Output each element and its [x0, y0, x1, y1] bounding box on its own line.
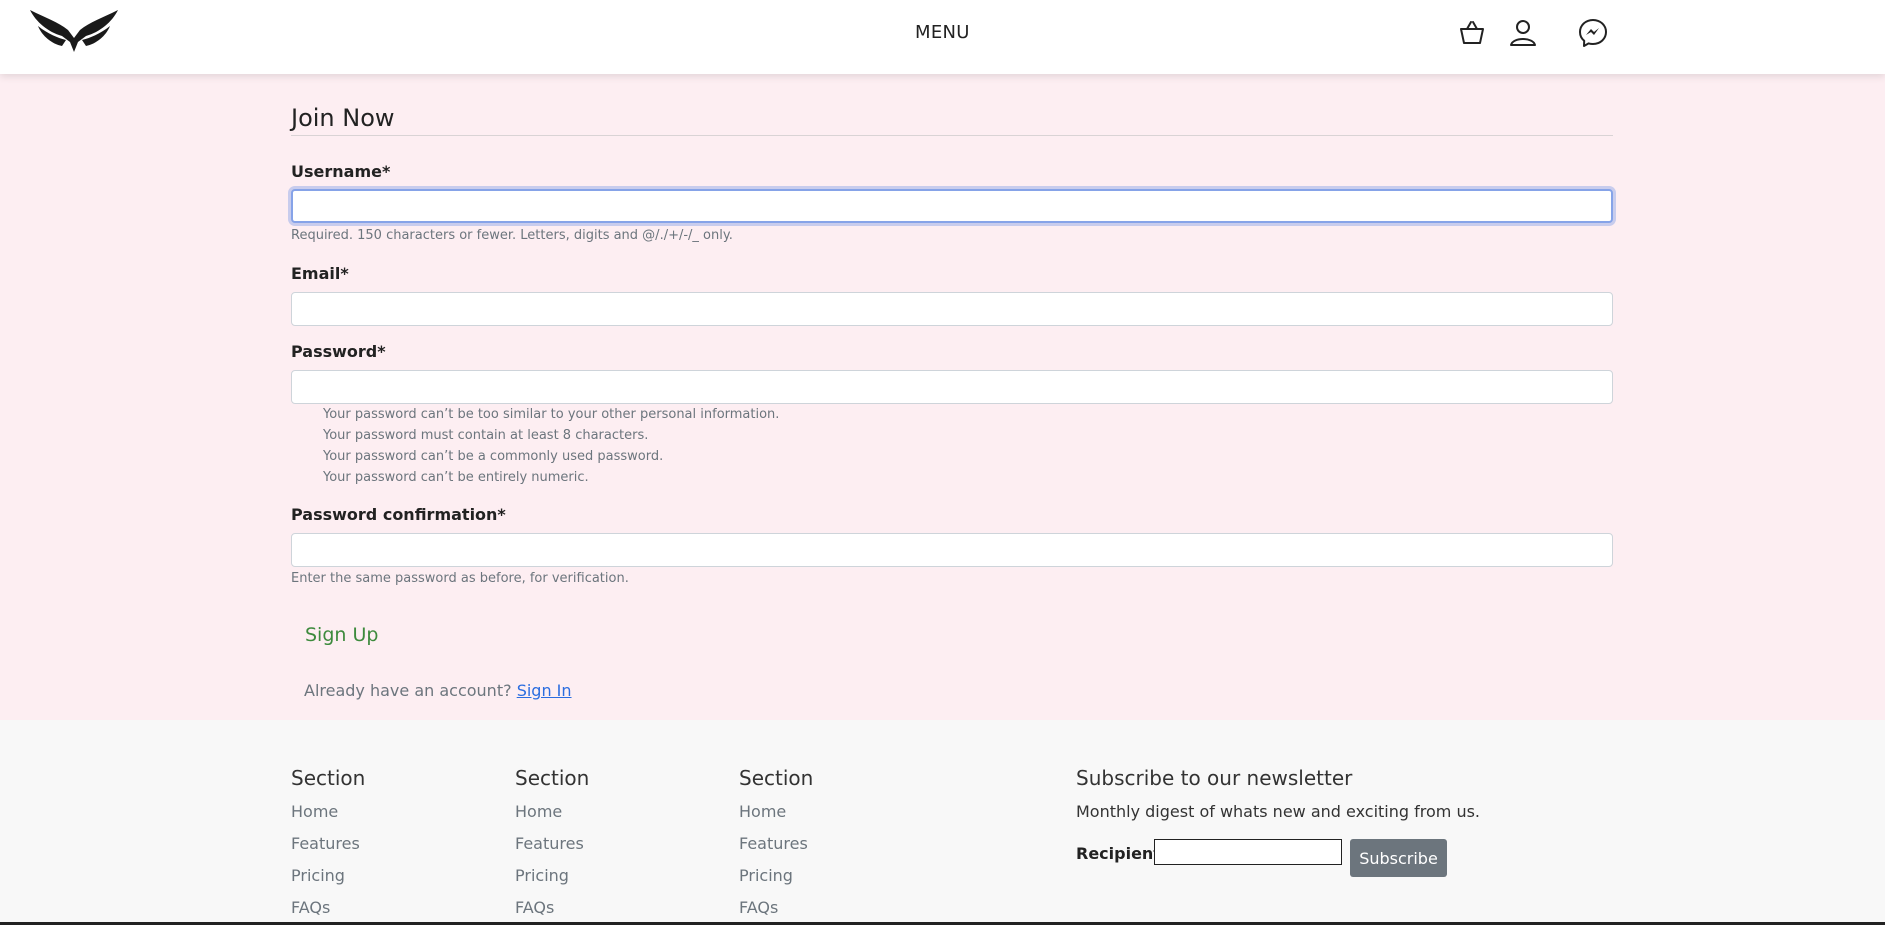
sign-up-button[interactable]: Sign Up [305, 624, 378, 646]
username-input[interactable] [291, 189, 1613, 223]
subscribe-button[interactable]: Subscribe [1350, 839, 1447, 877]
password-help-list: Your password can’t be too similar to yo… [323, 404, 779, 488]
password-input[interactable] [291, 370, 1613, 404]
email-label: Email* [291, 264, 349, 283]
newsletter-form: Recipient: Subscribe [1076, 839, 1576, 879]
password-help-item: Your password can’t be too similar to yo… [323, 407, 780, 422]
footer-link-faqs[interactable]: FAQs [291, 892, 491, 924]
password-confirmation-help: Enter the same password as before, for v… [291, 571, 629, 586]
footer-link-faqs[interactable]: FAQs [739, 892, 939, 924]
messenger-icon[interactable] [1578, 18, 1608, 48]
newsletter-section: Subscribe to our newsletter Monthly dige… [1076, 766, 1576, 879]
footer-link-features[interactable]: Features [739, 828, 939, 860]
footer-link-home[interactable]: Home [739, 796, 939, 828]
footer-link-faqs[interactable]: FAQs [515, 892, 715, 924]
footer-section: Section Home Features Pricing FAQs [739, 766, 939, 924]
footer-link-home[interactable]: Home [291, 796, 491, 828]
footer-section-title: Section [515, 766, 590, 790]
user-icon[interactable] [1508, 18, 1538, 48]
recipient-input[interactable] [1154, 839, 1342, 865]
footer-section-title: Section [739, 766, 814, 790]
menu-button[interactable]: MENU [915, 22, 970, 43]
footer-link-pricing[interactable]: Pricing [739, 860, 939, 892]
email-input[interactable] [291, 292, 1613, 326]
password-label: Password* [291, 342, 386, 361]
footer-section: Section Home Features Pricing FAQs [515, 766, 715, 924]
password-confirmation-input[interactable] [291, 533, 1613, 567]
footer-link-features[interactable]: Features [291, 828, 491, 860]
footer-link-pricing[interactable]: Pricing [291, 860, 491, 892]
basket-icon[interactable] [1457, 18, 1487, 48]
footer-link-features[interactable]: Features [515, 828, 715, 860]
username-help: Required. 150 characters or fewer. Lette… [291, 228, 733, 243]
eagle-logo-icon[interactable] [28, 8, 120, 56]
password-help-item: Your password can’t be entirely numeric. [323, 470, 589, 485]
footer-link-pricing[interactable]: Pricing [515, 860, 715, 892]
newsletter-description: Monthly digest of whats new and exciting… [1076, 802, 1480, 821]
footer-section-title: Section [291, 766, 366, 790]
site-header: MENU [0, 0, 1885, 74]
newsletter-title: Subscribe to our newsletter [1076, 766, 1353, 790]
signin-prompt: Already have an account? Sign In [304, 681, 572, 700]
title-divider [291, 135, 1613, 136]
signin-prompt-text: Already have an account? [304, 681, 512, 700]
password-help-item: Your password must contain at least 8 ch… [323, 428, 649, 443]
footer-section: Section Home Features Pricing FAQs [291, 766, 491, 924]
username-label: Username* [291, 162, 391, 181]
page-title: Join Now [291, 104, 395, 132]
sign-in-link[interactable]: Sign In [517, 681, 572, 700]
site-footer: Section Home Features Pricing FAQs Secti… [0, 720, 1885, 925]
password-confirmation-label: Password confirmation* [291, 505, 506, 524]
password-help-item: Your password can’t be a commonly used p… [323, 449, 664, 464]
footer-link-home[interactable]: Home [515, 796, 715, 828]
